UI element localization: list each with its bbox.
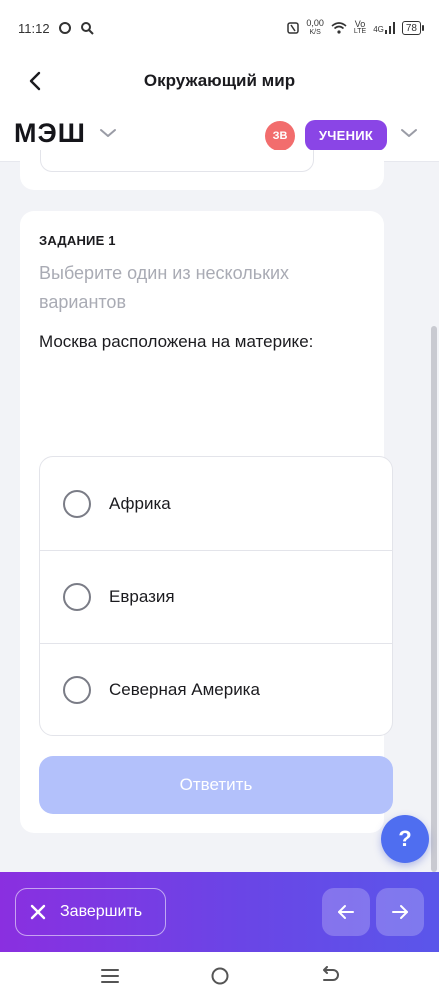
brand-menu-toggle[interactable] — [99, 126, 117, 144]
net-speed: 0,00 K/S — [306, 18, 324, 37]
brand-logo[interactable]: МЭШ — [14, 118, 86, 149]
back-arrow-icon — [323, 966, 339, 981]
answer-options: Африка Евразия Северная Америка — [39, 456, 393, 736]
search-notification-icon — [80, 22, 94, 35]
finish-button-label: Завершить — [60, 903, 143, 920]
arrow-right-icon — [392, 905, 408, 919]
previous-card-field — [40, 150, 314, 172]
chevron-left-icon — [29, 71, 41, 91]
answer-option[interactable]: Северная Америка — [40, 643, 392, 736]
chevron-down-icon — [401, 129, 417, 137]
task-label: ЗАДАНИЕ 1 — [39, 233, 116, 248]
system-back-button[interactable] — [318, 964, 342, 988]
answer-option-label: Африка — [109, 493, 171, 513]
status-bar: 11:12 0,00 K/S Vo LTE 4G 78 — [0, 0, 439, 56]
answer-option-label: Евразия — [109, 587, 175, 606]
radio-button[interactable] — [63, 583, 91, 611]
close-icon — [30, 904, 46, 920]
answer-option[interactable]: Африка — [40, 457, 392, 550]
back-button[interactable] — [20, 66, 50, 96]
avatar[interactable]: ЗВ — [265, 121, 295, 151]
bottom-action-bar: Завершить — [0, 872, 439, 952]
message-notification-icon — [58, 22, 71, 34]
radio-button[interactable] — [63, 676, 91, 704]
task-card: ЗАДАНИЕ 1 Выберите один из нескольких ва… — [20, 211, 393, 833]
role-badge[interactable]: УЧЕНИК — [305, 120, 387, 151]
chevron-down-icon — [100, 129, 116, 137]
help-icon: ? — [398, 826, 412, 851]
system-home-button[interactable] — [208, 964, 232, 988]
help-button[interactable]: ? — [381, 815, 429, 863]
app-header: Окружающий мир — [0, 56, 439, 106]
system-menu-button[interactable] — [98, 964, 122, 988]
page-title: Окружающий мир — [143, 71, 296, 90]
status-time: 11:12 — [18, 20, 50, 36]
home-circle-icon — [211, 967, 229, 985]
task-hint: Выберите один из нескольких вариантов — [39, 263, 290, 312]
battery-indicator: 78 — [401, 21, 425, 35]
signal-bars-icon — [384, 22, 395, 34]
menu-icon — [101, 969, 119, 983]
previous-card — [20, 150, 384, 190]
scrollbar[interactable] — [431, 326, 437, 872]
answer-option[interactable]: Евразия — [40, 550, 392, 643]
system-navigation-bar — [0, 952, 439, 1000]
nfc-icon — [287, 22, 300, 34]
task-question: Москва расположена на материке: — [39, 332, 314, 351]
radio-button[interactable] — [63, 489, 91, 518]
next-task-button[interactable] — [376, 888, 424, 936]
volte-indicator: Vo LTE — [353, 19, 367, 36]
profile-menu-toggle[interactable] — [400, 126, 418, 144]
arrow-left-icon — [338, 905, 354, 919]
answer-option-label: Северная Америка — [109, 680, 260, 699]
signal-indicator: 4G — [373, 22, 395, 34]
submit-answer-button[interactable]: Ответить — [39, 756, 393, 814]
previous-task-button[interactable] — [322, 888, 370, 936]
wifi-icon — [331, 22, 347, 34]
finish-button[interactable]: Завершить — [15, 888, 166, 936]
